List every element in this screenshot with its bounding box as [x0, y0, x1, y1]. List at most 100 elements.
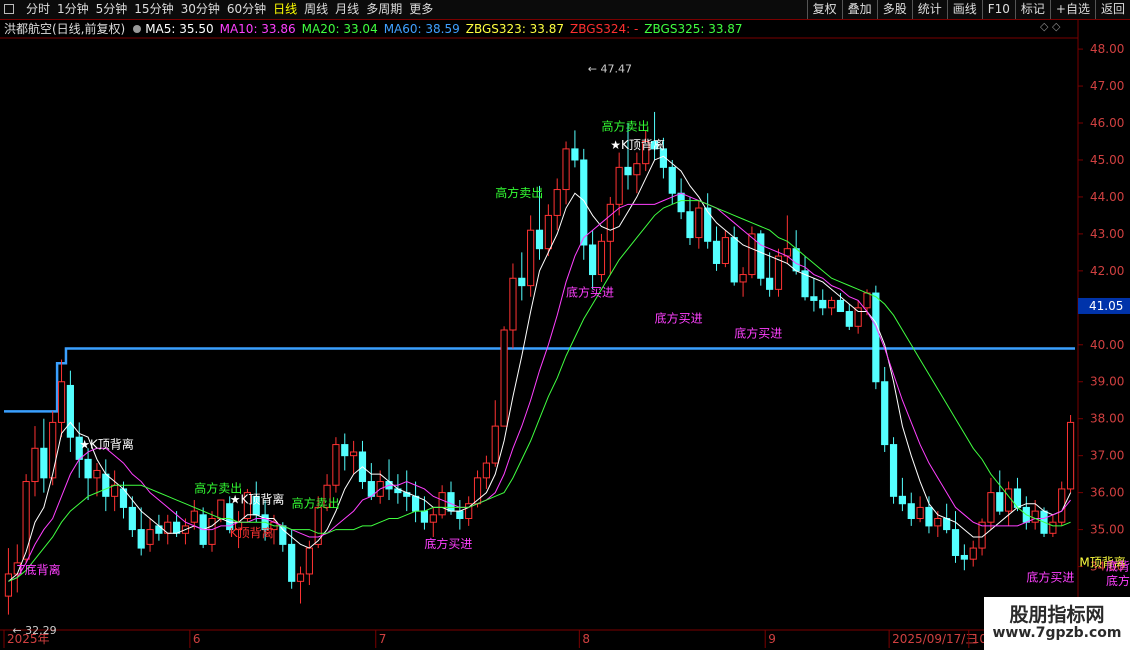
- candle-body-80: [712, 240, 721, 264]
- x-tick-label-4: 9: [768, 632, 776, 646]
- candle-body-89: [792, 248, 800, 272]
- candle-body-82: [730, 237, 738, 283]
- watermark: 股朋指标网 www.7gpzb.com: [984, 597, 1130, 650]
- signal-label-0: ★K顶背离: [79, 436, 134, 451]
- candle-body-19: [173, 521, 181, 534]
- y-tick-label-13: 35.00: [1090, 523, 1124, 537]
- y-tick-label-5: 43.00: [1090, 227, 1124, 241]
- candle-body-63: [562, 148, 570, 191]
- candle-body-69: [615, 166, 623, 205]
- candle-body-58: [518, 277, 526, 287]
- candle-body-95: [845, 311, 853, 327]
- signal-label-13: 底方买进: [1026, 569, 1074, 584]
- candle-body-76: [677, 192, 685, 213]
- candle-body-50: [447, 492, 455, 512]
- watermark-url: www.7gpzb.com: [992, 625, 1122, 641]
- signal-label-16: 底方买进: [1106, 573, 1130, 588]
- y-tick-label-9: 39.00: [1090, 375, 1124, 389]
- candle-body-9: [84, 458, 92, 479]
- candle-body-106: [943, 518, 951, 531]
- candle-body-103: [916, 506, 924, 520]
- candle-body-17: [155, 525, 163, 534]
- candle-body-68: [606, 203, 614, 242]
- y-tick-label-12: 36.00: [1090, 486, 1124, 500]
- candle-body-77: [686, 211, 694, 239]
- candle-body-37: [332, 444, 340, 486]
- candle-body-70: [624, 166, 632, 176]
- signal-label-15: 底背离: [1106, 558, 1130, 573]
- candle-body-75: [668, 166, 676, 194]
- candle-body-83: [739, 274, 747, 283]
- candle-body-21: [190, 510, 198, 523]
- kline-chart[interactable]: 48.0047.0046.0045.0044.0043.0042.0041.00…: [0, 0, 1130, 650]
- candle-body-67: [597, 240, 606, 276]
- candle-body-4: [40, 447, 48, 479]
- signal-label-9: ★K顶背离: [610, 137, 665, 152]
- candle-body-39: [350, 451, 358, 457]
- y-tick-label-3: 45.00: [1090, 153, 1124, 167]
- candle-body-3: [31, 447, 39, 483]
- candle-body-54: [482, 462, 490, 479]
- candle-body-16: [146, 529, 154, 545]
- candle-body-14: [128, 506, 136, 531]
- candle-body-120: [1066, 421, 1075, 490]
- y-tick-label-4: 44.00: [1090, 190, 1124, 204]
- candle-body-105: [934, 518, 942, 527]
- candle-body-31: [279, 525, 287, 545]
- candle-body-78: [695, 207, 703, 239]
- candle-body-38: [341, 444, 349, 457]
- candle-body-6: [57, 381, 66, 423]
- candle-body-65: [580, 159, 588, 246]
- candle-body-55: [491, 425, 499, 464]
- candle-body-64: [571, 148, 579, 161]
- candle-body-0: [4, 573, 13, 597]
- candle-body-91: [810, 296, 818, 301]
- candle-body-12: [111, 484, 119, 497]
- signal-label-4: K顶背离: [230, 525, 274, 540]
- candle-body-46: [411, 495, 420, 512]
- signal-label-3: 高方卖出: [292, 495, 340, 510]
- candle-body-109: [969, 547, 977, 560]
- candle-body-118: [1049, 521, 1057, 534]
- candle-body-94: [836, 299, 845, 313]
- band-upper: [4, 347, 1075, 413]
- signal-label-8: 高方卖出: [601, 118, 649, 133]
- candle-body-98: [872, 292, 880, 383]
- price-mark-1: ← 32.29: [12, 624, 56, 637]
- candle-body-51: [456, 510, 464, 520]
- candle-body-97: [863, 292, 871, 309]
- candle-body-60: [535, 229, 544, 250]
- candle-body-85: [757, 233, 765, 279]
- x-tick-label-2: 7: [379, 632, 387, 646]
- signal-label-7: 高方卖出: [495, 185, 543, 200]
- candle-body-116: [1031, 510, 1039, 523]
- y-tick-label-1: 47.00: [1090, 79, 1124, 93]
- candle-body-111: [987, 492, 995, 523]
- y-tick-label-2: 46.00: [1090, 116, 1124, 130]
- price-mark-0: ← 47.47: [588, 63, 632, 76]
- signal-label-5: T底背离: [16, 562, 60, 577]
- candle-body-23: [208, 518, 216, 545]
- signal-label-10: 底方买进: [566, 285, 614, 300]
- candle-body-81: [721, 237, 729, 264]
- candle-body-49: [438, 492, 446, 516]
- watermark-title: 股朋指标网: [1009, 604, 1105, 626]
- candle-body-92: [819, 299, 827, 309]
- candle-body-15: [137, 529, 145, 549]
- candle-body-7: [66, 384, 74, 438]
- candle-body-99: [881, 381, 889, 446]
- candle-body-93: [827, 299, 836, 309]
- y-tick-label-8: 40.00: [1090, 338, 1124, 352]
- candle-body-10: [93, 469, 101, 479]
- candle-body-61: [544, 214, 552, 250]
- candle-body-107: [951, 529, 960, 556]
- candle-body-57: [509, 277, 517, 331]
- x-tick-label-5: 2025/09/17/三: [892, 632, 977, 646]
- candle-body-112: [996, 492, 1004, 512]
- candle-body-62: [553, 189, 561, 216]
- y-tick-label-11: 37.00: [1090, 449, 1124, 463]
- signal-label-11: 底方买进: [655, 311, 703, 326]
- candle-body-59: [527, 229, 535, 287]
- candle-body-86: [766, 277, 774, 290]
- candle-body-2: [22, 481, 30, 560]
